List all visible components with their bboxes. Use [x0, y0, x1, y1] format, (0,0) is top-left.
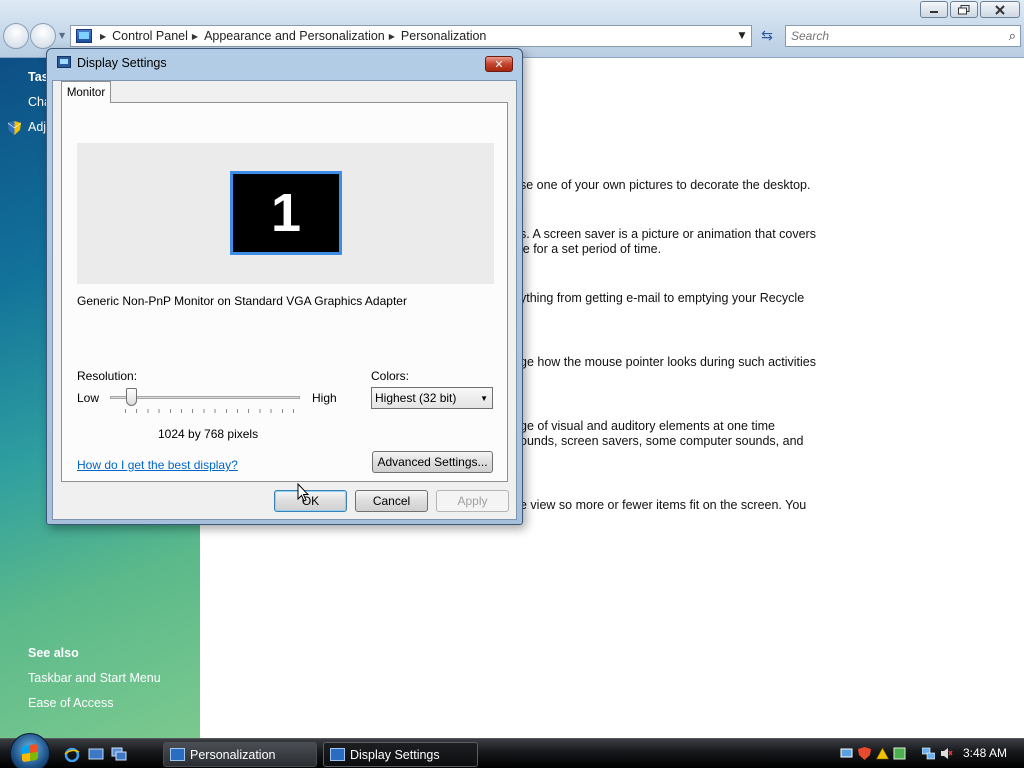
theme-description-2: ounds, screen savers, some computer soun…	[520, 434, 804, 448]
monitor-number: 1	[270, 183, 302, 243]
start-button[interactable]	[10, 733, 50, 768]
taskbar: Personalization Display Settings 3:48 AM	[0, 733, 1024, 768]
windows-update-icon[interactable]	[893, 747, 906, 760]
colors-label: Colors:	[371, 369, 410, 383]
resolution-value: 1024 by 768 pixels	[158, 427, 259, 441]
taskbar-item-display-settings[interactable]: Display Settings	[323, 742, 478, 767]
address-dropdown-icon[interactable]: ▼	[735, 31, 749, 41]
chevron-down-icon: ▼	[480, 393, 488, 403]
display-settings-icon	[330, 748, 345, 761]
window-controls	[920, 1, 1020, 18]
display-settings-dialog: Display Settings ✕ Monitor 1 Generic Non…	[46, 48, 523, 525]
close-icon	[995, 4, 1005, 15]
tab-monitor[interactable]: Monitor	[61, 81, 111, 103]
screen-saver-description-1: s. A screen saver is a picture or animat…	[520, 227, 816, 241]
high-label: High	[312, 391, 337, 405]
apply-button[interactable]: Apply	[436, 490, 509, 512]
minimize-button[interactable]	[920, 1, 948, 18]
monitor-arrangement-preview: 1	[77, 143, 494, 284]
refresh-button[interactable]: ⇆	[756, 26, 778, 46]
volume-muted-icon[interactable]	[940, 747, 953, 760]
monitor-1-tile[interactable]: 1	[230, 171, 342, 255]
search-input[interactable]	[791, 29, 991, 43]
breadcrumb-personalization[interactable]: Personalization	[401, 29, 486, 43]
search-icon[interactable]: ⌕	[1009, 29, 1016, 44]
network-connection-icon[interactable]	[922, 747, 935, 760]
restore-button[interactable]	[950, 1, 978, 18]
minimize-icon	[930, 10, 938, 13]
low-label: Low	[77, 391, 100, 405]
display-settings-description: e view so more or fewer items fit on the…	[520, 498, 807, 512]
display-settings-icon	[57, 56, 71, 68]
control-panel-icon	[76, 29, 92, 43]
restore-icon	[958, 4, 970, 14]
close-window-button[interactable]	[980, 1, 1020, 18]
warning-icon[interactable]	[876, 747, 889, 760]
breadcrumb-control-panel[interactable]: Control Panel	[112, 29, 188, 43]
forward-button[interactable]	[30, 23, 56, 49]
close-icon: ✕	[494, 57, 504, 71]
breadcrumb-appearance[interactable]: Appearance and Personalization	[204, 29, 385, 43]
back-button[interactable]	[3, 23, 29, 49]
mouse-pointers-description: ge how the mouse pointer looks during su…	[520, 355, 816, 369]
theme-description-1: ge of visual and auditory elements at on…	[520, 419, 776, 433]
cancel-button[interactable]: Cancel	[355, 490, 428, 512]
uac-shield-icon	[8, 121, 21, 135]
see-also-heading: See also	[28, 646, 79, 660]
chevron-right-icon[interactable]: ▶	[389, 32, 395, 41]
sounds-description: ything from getting e-mail to emptying y…	[520, 291, 805, 305]
task-link-adjust[interactable]: Adj	[28, 120, 46, 134]
advanced-settings-button[interactable]: Advanced Settings...	[372, 451, 493, 473]
taskbar-item-label: Personalization	[190, 747, 276, 762]
switch-windows-icon[interactable]	[111, 747, 127, 762]
show-desktop-icon[interactable]	[88, 747, 104, 762]
taskbar-item-personalization[interactable]: Personalization	[163, 742, 317, 767]
mouse-cursor-icon	[297, 483, 309, 502]
dialog-close-button[interactable]: ✕	[485, 56, 513, 72]
screen-saver-description-2: le for a set period of time.	[520, 242, 662, 256]
colors-select[interactable]: Highest (32 bit) ▼	[371, 387, 493, 409]
dialog-body: Monitor 1 Generic Non-PnP Monitor on Sta…	[52, 80, 517, 520]
clock[interactable]: 3:48 AM	[963, 746, 1007, 760]
chevron-right-icon[interactable]: ▶	[192, 32, 198, 41]
security-center-icon[interactable]	[858, 747, 871, 760]
address-bar[interactable]: ▶ Control Panel ▶ Appearance and Persona…	[70, 25, 752, 47]
colors-selected-value: Highest (32 bit)	[375, 391, 457, 405]
control-panel-icon	[170, 748, 185, 761]
monitor-tab-panel: 1 Generic Non-PnP Monitor on Standard VG…	[61, 102, 508, 482]
ok-button[interactable]: OK	[274, 490, 347, 512]
recent-pages-dropdown[interactable]: ▼	[59, 31, 65, 40]
resolution-label: Resolution:	[77, 369, 138, 383]
refresh-icon: ⇆	[761, 28, 773, 44]
dialog-title: Display Settings	[77, 56, 167, 70]
resolution-slider[interactable]	[110, 396, 300, 399]
link-taskbar-start-menu[interactable]: Taskbar and Start Menu	[28, 671, 161, 685]
taskbar-item-label: Display Settings	[350, 747, 440, 762]
desktop-background-description: se one of your own pictures to decorate …	[520, 178, 811, 192]
slider-ticks	[125, 409, 295, 413]
device-name: Generic Non-PnP Monitor on Standard VGA …	[77, 294, 407, 308]
best-display-help-link[interactable]: How do I get the best display?	[77, 458, 238, 472]
network-tray-icon[interactable]	[840, 747, 853, 760]
chevron-right-icon[interactable]: ▶	[100, 32, 106, 41]
link-ease-of-access[interactable]: Ease of Access	[28, 696, 113, 710]
search-box[interactable]: ⌕	[785, 25, 1021, 47]
internet-explorer-icon[interactable]	[64, 747, 80, 762]
resolution-slider-thumb[interactable]	[126, 388, 138, 406]
